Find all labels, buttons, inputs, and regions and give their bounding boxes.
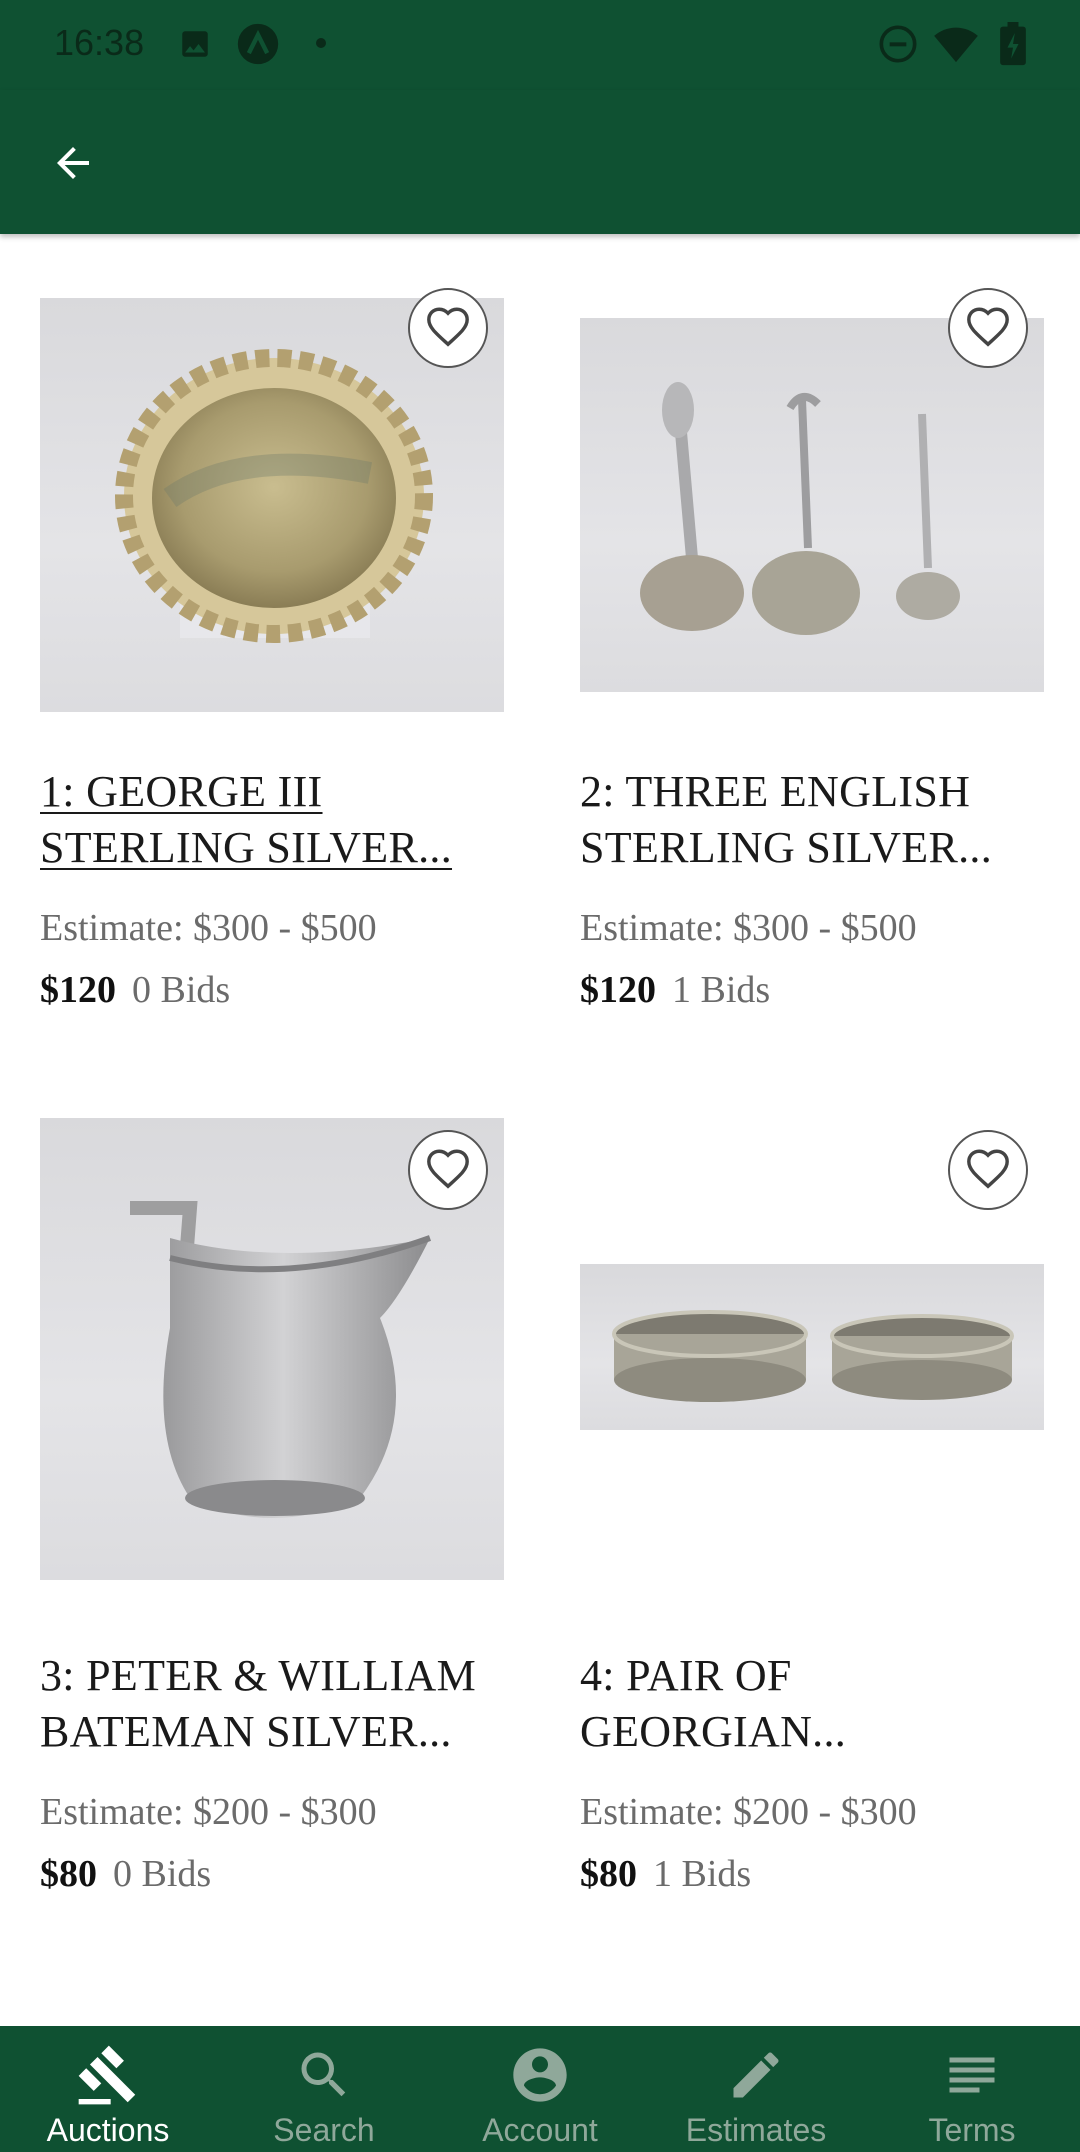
lot-title[interactable]: 4: PAIR OF GEORGIAN... — [580, 1648, 1060, 1760]
favorite-button[interactable] — [408, 288, 488, 368]
pencil-icon — [721, 2040, 791, 2110]
heart-outline-icon — [427, 1149, 469, 1189]
lot-bids: 1 Bids — [672, 969, 771, 1011]
nav-label-estimates: Estimates — [685, 2112, 827, 2148]
gavel-icon — [73, 2040, 143, 2110]
lot-bids: 0 Bids — [132, 969, 231, 1011]
silver-ladles-image — [640, 382, 960, 635]
lot-price-line: $80 0 Bids — [40, 1852, 211, 1896]
lot-title[interactable]: 2: THREE ENGLISH STERLING SILVER... — [580, 764, 1060, 876]
lot-estimate: Estimate: $200 - $300 — [40, 1791, 377, 1833]
battery-icon — [996, 22, 1030, 71]
lot-price-line: $120 0 Bids — [40, 968, 230, 1012]
list-icon — [937, 2040, 1007, 2110]
lot-price: $120 — [40, 969, 116, 1011]
image-icon — [178, 24, 212, 69]
lot-estimate: Estimate: $300 - $500 — [40, 907, 377, 949]
lot-price: $80 — [580, 1853, 637, 1895]
lot-title[interactable]: 1: GEORGE III STERLING SILVER... — [40, 764, 520, 876]
lot-image[interactable] — [580, 1264, 1044, 1430]
lot-price-line: $120 1 Bids — [580, 968, 770, 1012]
favorite-button[interactable] — [948, 288, 1028, 368]
lot-price: $120 — [580, 969, 656, 1011]
dnd-icon — [878, 24, 918, 69]
lot-price: $80 — [40, 1853, 97, 1895]
dot-icon — [314, 36, 328, 55]
lot-estimate: Estimate: $300 - $500 — [580, 907, 917, 949]
app-bar — [0, 90, 1080, 234]
wifi-icon — [934, 24, 978, 69]
account-icon — [505, 2040, 575, 2110]
back-button[interactable] — [36, 126, 110, 200]
lot-image[interactable] — [580, 318, 1044, 692]
arrow-back-icon — [57, 147, 89, 179]
nav-label-auctions: Auctions — [46, 2112, 170, 2148]
status-bar: 16:38 — [0, 0, 1080, 90]
favorite-button[interactable] — [948, 1130, 1028, 1210]
nav-label-terms: Terms — [928, 2112, 1016, 2148]
app-a-icon — [236, 22, 280, 71]
heart-outline-icon — [967, 307, 1009, 347]
favorite-button[interactable] — [408, 1130, 488, 1210]
lot-estimate: Estimate: $200 - $300 — [580, 1791, 917, 1833]
bottom-nav: Auctions Search Account Estimates Terms — [0, 2026, 1080, 2152]
nav-auctions[interactable]: Auctions — [0, 2026, 216, 2152]
search-icon — [289, 2040, 359, 2110]
nav-label-account: Account — [482, 2112, 598, 2148]
nav-terms[interactable]: Terms — [864, 2026, 1080, 2152]
wine-coasters-image — [612, 1310, 1014, 1402]
lot-grid: 1: GEORGE III STERLING SILVER... Estimat… — [0, 234, 1080, 2026]
status-time: 16:38 — [54, 22, 145, 63]
lot-bids: 0 Bids — [113, 1853, 212, 1895]
nav-search[interactable]: Search — [216, 2026, 432, 2152]
heart-outline-icon — [427, 307, 469, 347]
lot-title[interactable]: 3: PETER & WILLIAM BATEMAN SILVER... — [40, 1648, 520, 1760]
heart-outline-icon — [967, 1149, 1009, 1189]
nav-estimates[interactable]: Estimates — [648, 2026, 864, 2152]
lot-price-line: $80 1 Bids — [580, 1852, 751, 1896]
nav-label-search: Search — [273, 2112, 375, 2148]
nav-account[interactable]: Account — [432, 2026, 648, 2152]
lot-bids: 1 Bids — [653, 1853, 752, 1895]
